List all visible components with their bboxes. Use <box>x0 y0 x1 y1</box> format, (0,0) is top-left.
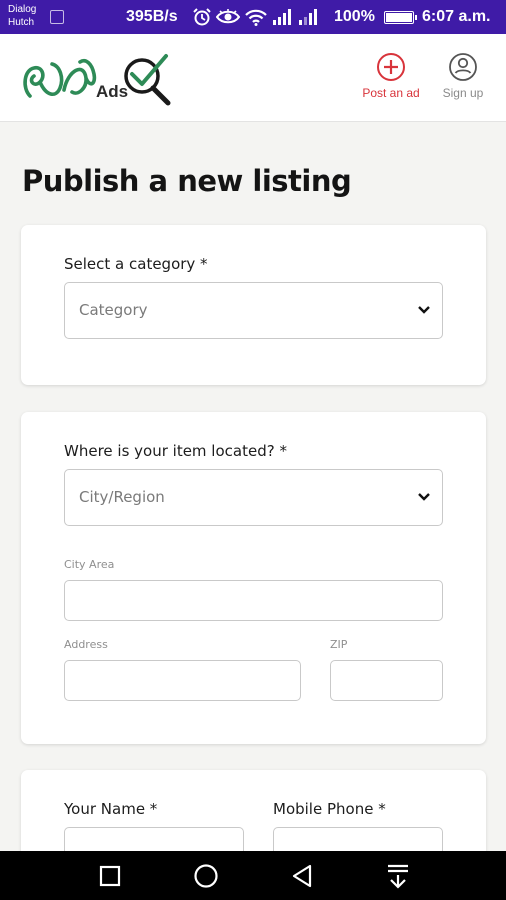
battery-percentage: 100% <box>334 8 375 25</box>
city-region-placeholder: City/Region <box>79 488 165 506</box>
address-input[interactable] <box>64 660 301 701</box>
circle-icon <box>194 864 218 888</box>
home-button[interactable] <box>192 863 220 889</box>
battery-icon <box>384 11 417 24</box>
category-card: Select a category * Category <box>21 225 486 385</box>
back-button[interactable] <box>288 863 316 889</box>
city-region-select[interactable]: City/Region <box>64 469 443 526</box>
signal-icon <box>273 9 291 25</box>
location-label: Where is your item located? * <box>64 442 287 460</box>
zip-label: ZIP <box>330 638 348 651</box>
pull-down-icon <box>388 864 408 889</box>
logo-mark-icon <box>23 54 171 106</box>
alarm-icon <box>193 8 211 26</box>
post-ad-button[interactable]: Post an ad <box>356 52 426 100</box>
logo-text: Ads <box>96 82 129 101</box>
gallery-notification-icon <box>50 10 64 24</box>
carrier-line-2: Hutch <box>8 17 35 28</box>
signal-2-icon <box>299 9 317 25</box>
category-select[interactable]: Category <box>64 282 443 339</box>
location-card: Where is your item located? * City/Regio… <box>21 412 486 744</box>
user-circle-icon <box>449 53 477 81</box>
square-icon <box>99 865 121 887</box>
page-title: Publish a new listing <box>22 164 352 198</box>
eye-comfort-icon <box>216 9 240 24</box>
app-header: Ads Post an ad Sign up <box>0 34 506 122</box>
zip-input[interactable] <box>330 660 443 701</box>
recent-apps-button[interactable] <box>96 863 124 889</box>
carrier-line-1: Dialog <box>8 4 37 15</box>
wifi-icon <box>245 9 267 26</box>
back-triangle-icon <box>292 864 312 888</box>
sign-up-button[interactable]: Sign up <box>432 52 494 100</box>
category-placeholder: Category <box>79 301 148 319</box>
add-circle-icon <box>377 53 405 81</box>
phone-label: Mobile Phone * <box>273 800 386 818</box>
chevron-down-icon <box>418 493 430 501</box>
status-bar: Dialog Hutch 395B/s 100% 6:07 a.m. <box>0 0 506 34</box>
sign-up-label: Sign up <box>442 86 484 100</box>
carrier-name: Dialog Hutch <box>8 3 36 29</box>
address-label: Address <box>64 638 108 651</box>
chevron-down-icon <box>418 306 430 314</box>
notification-pull-button[interactable] <box>384 863 412 889</box>
status-icons <box>192 8 320 26</box>
name-label: Your Name * <box>64 800 158 818</box>
clock: 6:07 a.m. <box>422 8 491 25</box>
network-speed: 395B/s <box>126 8 178 25</box>
site-logo[interactable]: Ads <box>20 48 180 112</box>
city-area-label: City Area <box>64 558 115 571</box>
category-label: Select a category * <box>64 255 208 273</box>
city-area-input[interactable] <box>64 580 443 621</box>
post-ad-label: Post an ad <box>362 86 420 100</box>
system-nav-bar <box>0 851 506 900</box>
